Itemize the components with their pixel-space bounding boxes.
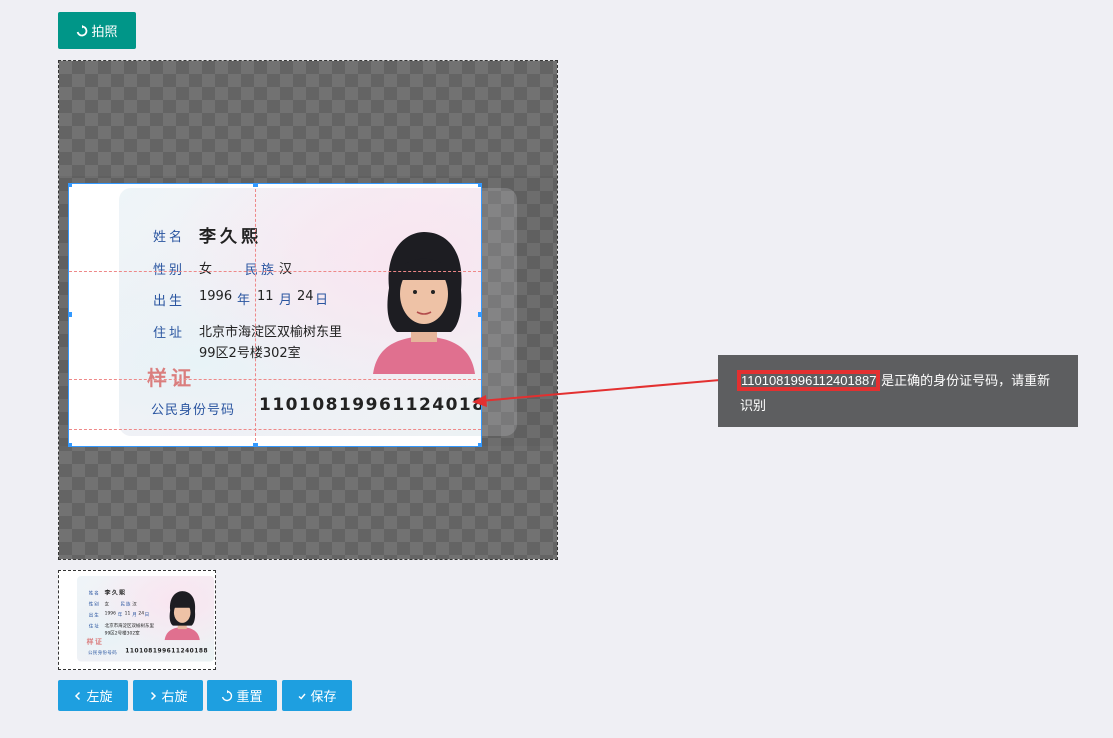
reset-button[interactable]: 重置 (207, 680, 277, 711)
preview-sex-label: 性别 (88, 601, 100, 608)
preview-birth-month: 11 (124, 610, 131, 617)
preview-address-line2: 99区2号楼302室 (104, 630, 140, 636)
birth-day: 24 (297, 289, 314, 304)
birth-month-unit: 月 (279, 293, 296, 308)
rotate-left-button[interactable]: 左旋 (58, 680, 128, 711)
guide-line-h3 (69, 429, 481, 430)
resize-handle-nw[interactable] (69, 184, 72, 187)
preview-birth-year: 1996 (104, 610, 117, 617)
crop-preview: 姓名 李久熙 性别 女 民族 汉 出生 1996 年 11 月 24 日 住址 … (58, 570, 216, 670)
preview-name-value: 李久熙 (104, 589, 127, 597)
resize-handle-sw[interactable] (69, 443, 72, 446)
rotate-right-button[interactable]: 右旋 (133, 680, 203, 711)
rotate-left-label: 左旋 (86, 689, 113, 704)
resize-handle-s[interactable] (253, 443, 258, 446)
preview-birth-month-unit: 月 (132, 612, 138, 618)
guide-line-h1 (69, 271, 481, 272)
preview-birth-day: 24 (138, 610, 145, 617)
preview-id-card: 姓名 李久熙 性别 女 民族 汉 出生 1996 年 11 月 24 日 住址 … (77, 576, 215, 662)
resize-handle-ne[interactable] (478, 184, 481, 187)
id-number: 110108199611240188 (259, 395, 481, 415)
check-icon (297, 691, 307, 701)
refresh-icon (221, 689, 233, 702)
sample-stamp: 样证 (147, 366, 195, 390)
birth-day-unit: 日 (315, 293, 332, 308)
preview-ethnic-value: 汉 (132, 601, 137, 607)
preview-id-label: 公民身份号码 (88, 650, 118, 656)
sex-label: 性别 (153, 263, 186, 278)
birth-year: 1996 (199, 289, 233, 304)
image-cropper[interactable]: 姓名 李久熙 性别 女 民族 汉 出生 1996 年 11 月 24 日 住址 … (58, 60, 558, 560)
id-card: 姓名 李久熙 性别 女 民族 汉 出生 1996 年 11 月 24 日 住址 … (119, 188, 481, 436)
preview-ethnic-label: 民族 (120, 601, 132, 608)
preview-name-label: 姓名 (88, 590, 100, 596)
chevron-right-icon (148, 691, 158, 701)
validation-tooltip: 11010819961124018​87 是正确的身份证号码，请重新识别 (718, 355, 1078, 427)
ethnic-label: 民族 (245, 263, 278, 278)
save-label: 保存 (310, 689, 337, 704)
name-value: 李久熙 (199, 227, 262, 247)
save-button[interactable]: 保存 (282, 680, 352, 711)
address-line2: 99区2号楼302室 (199, 346, 301, 361)
capture-label: 拍照 (91, 24, 118, 39)
crop-box[interactable]: 姓名 李久熙 性别 女 民族 汉 出生 1996 年 11 月 24 日 住址 … (68, 183, 482, 447)
name-label: 姓名 (153, 230, 186, 245)
tooltip-highlight-id: 11010819961124018​87 (736, 370, 881, 391)
ethnic-value: 汉 (279, 262, 293, 277)
preview-address-label: 住址 (88, 623, 100, 629)
portrait-photo (373, 232, 475, 374)
resize-handle-n[interactable] (253, 184, 258, 187)
preview-sex-value: 女 (104, 601, 110, 607)
capture-button[interactable]: 拍照 (58, 12, 136, 49)
preview-birth-day-unit: 日 (144, 612, 151, 618)
preview-portrait-photo (164, 591, 200, 641)
guide-line-h2 (69, 379, 481, 380)
resize-handle-se[interactable] (478, 443, 481, 446)
address-line1: 北京市海淀区双榆树东里 (199, 325, 343, 340)
reset-label: 重置 (236, 689, 263, 704)
sex-value: 女 (199, 262, 213, 277)
preview-sample-stamp: 样证 (86, 637, 104, 646)
birth-year-unit: 年 (237, 293, 254, 308)
preview-address-line1: 北京市海淀区双榆树东里 (104, 623, 154, 629)
preview-id-number: 110108199611240188 (125, 647, 209, 655)
rotate-right-label: 右旋 (161, 689, 188, 704)
preview-birth-label: 出生 (88, 612, 100, 618)
refresh-icon (76, 24, 88, 37)
birth-label: 出生 (153, 294, 186, 309)
address-label: 住址 (153, 326, 186, 341)
resize-handle-w[interactable] (69, 312, 72, 317)
resize-handle-e[interactable] (478, 312, 481, 317)
guide-line-v1 (255, 184, 256, 446)
birth-month: 11 (257, 289, 274, 304)
preview-birth-year-unit: 年 (117, 612, 124, 618)
id-label: 公民身份号码 (151, 403, 236, 418)
chevron-left-icon (73, 691, 83, 701)
